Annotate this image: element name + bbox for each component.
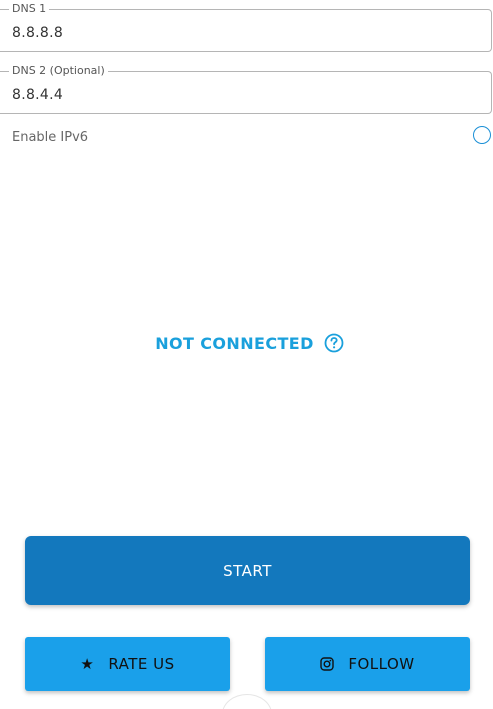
dns2-value[interactable]: 8.8.4.4 [12, 86, 63, 104]
connection-status: NOT CONNECTED [0, 330, 493, 356]
star-icon: ★ [80, 654, 95, 673]
dns1-field[interactable]: DNS 1 8.8.8.8 [0, 2, 492, 52]
status-text: NOT CONNECTED [155, 333, 314, 353]
follow-label: FOLLOW [348, 655, 415, 673]
dns1-value[interactable]: 8.8.8.8 [12, 24, 63, 42]
ipv6-label: Enable IPv6 [12, 130, 89, 145]
dns-changer-screen: DNS 1 8.8.8.8 DNS 2 (Optional) 8.8.4.4 E… [0, 0, 493, 709]
start-button[interactable]: START [25, 536, 470, 605]
start-label: START [223, 561, 272, 580]
follow-button[interactable]: FOLLOW [265, 637, 470, 691]
rate-us-button[interactable]: ★ RATE US [25, 637, 230, 691]
ipv6-toggle[interactable] [473, 126, 491, 144]
rate-us-label: RATE US [108, 655, 175, 673]
ipv6-row[interactable]: Enable IPv6 [12, 126, 493, 147]
instagram-icon [320, 657, 335, 671]
question-circle-icon[interactable] [324, 333, 344, 353]
dns1-label: DNS 1 [9, 2, 50, 16]
bottom-handle [222, 694, 272, 709]
dns2-label: DNS 2 (Optional) [9, 64, 108, 78]
dns2-field[interactable]: DNS 2 (Optional) 8.8.4.4 [0, 64, 492, 114]
